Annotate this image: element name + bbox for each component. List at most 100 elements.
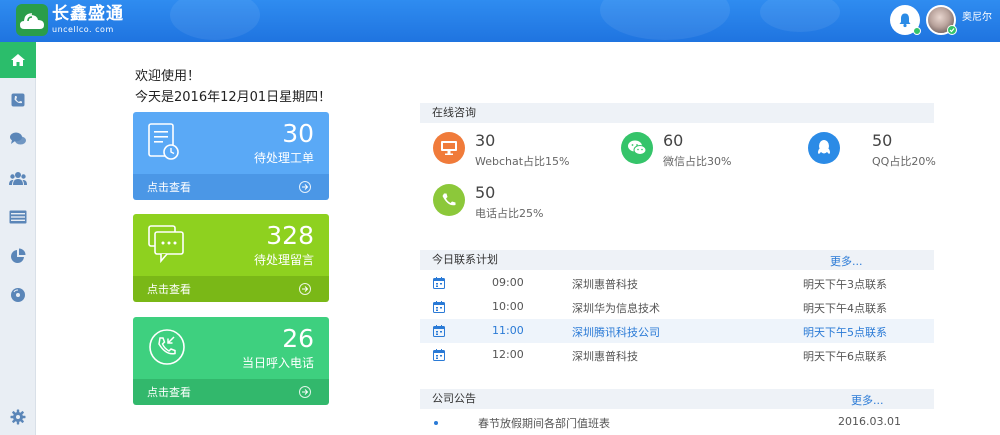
notices-more-link[interactable]: 更多... [851, 392, 884, 408]
calendar-icon [433, 301, 445, 313]
sidebar-item-reports[interactable] [0, 238, 36, 274]
pending-tickets-count: 30 [282, 119, 314, 148]
plan-company: 深圳惠普科技 [572, 278, 638, 291]
notification-status-dot [913, 27, 921, 35]
avatar[interactable] [926, 5, 957, 35]
notices-title: 公司公告 [432, 392, 476, 405]
home-icon [11, 54, 25, 66]
logo[interactable]: 长鑫盛通 uncellco. com [16, 4, 124, 36]
online-consult-header: 在线咨询 [420, 103, 934, 123]
pending-messages-count: 328 [266, 221, 314, 250]
pie-chart-icon [11, 248, 26, 263]
users-icon [9, 172, 27, 185]
table-row[interactable]: 12:00 深圳惠普科技 明天下午6点联系 [420, 343, 934, 367]
wechat-stat: 60 微信占比30% [621, 132, 731, 169]
chat-icon [10, 132, 26, 145]
welcome-date: 今天是2016年12月01日星期四！ [135, 90, 332, 105]
incoming-calls-view-link[interactable]: 点击查看 [133, 379, 329, 405]
arrow-right-icon [299, 181, 311, 193]
plan-time: 09:00 [492, 276, 524, 289]
pending-tickets-label: 待处理工单 [253, 151, 314, 165]
qq-icon [808, 132, 840, 164]
plan-time: 12:00 [492, 348, 524, 361]
plan-company: 深圳华为信息技术 [572, 302, 660, 315]
sidebar-item-contacts[interactable] [0, 160, 36, 196]
top-bar: 长鑫盛通 uncellco. com 奥尼尔 [0, 0, 1000, 42]
calendar-icon [433, 277, 445, 289]
sidebar-item-home[interactable] [0, 42, 36, 78]
phone-icon [11, 93, 25, 107]
header-decoration [600, 0, 730, 40]
welcome-greeting: 欢迎使用！ [135, 69, 201, 84]
sidebar-item-phone[interactable] [0, 82, 36, 118]
pending-messages-label: 待处理留言 [253, 253, 314, 267]
incoming-calls-count: 26 [282, 324, 314, 353]
sidebar [0, 42, 36, 435]
phone-stat: 50 电话占比25% [433, 184, 543, 221]
phone-count: 50 [475, 183, 496, 202]
webchat-stat: 30 Webchat占比15% [433, 132, 570, 169]
header-decoration [170, 0, 260, 40]
calendar-icon [433, 349, 445, 361]
calendar-icon [433, 325, 445, 337]
wechat-count: 60 [663, 131, 684, 150]
monitor-icon [433, 132, 465, 164]
notice-title: 春节放假期间各部门值班表 [478, 417, 610, 430]
qq-share: QQ占比20% [872, 155, 936, 168]
plan-company: 深圳腾讯科技公司 [572, 326, 660, 339]
incoming-call-icon [149, 329, 185, 365]
plan-time: 11:00 [492, 324, 524, 337]
list-icon [9, 210, 27, 224]
pending-tickets-card[interactable]: 30 待处理工单 点击查看 [133, 112, 329, 200]
sidebar-item-media[interactable] [0, 277, 36, 313]
table-row[interactable]: 10:00 深圳华为信息技术 明天下午4点联系 [420, 295, 934, 319]
gear-icon [10, 409, 26, 425]
plan-note: 明天下午6点联系 [803, 350, 887, 363]
notification-button[interactable] [890, 5, 921, 35]
phone-icon [433, 184, 465, 216]
username[interactable]: 奥尼尔 [962, 8, 992, 23]
plan-time: 10:00 [492, 300, 524, 313]
pending-messages-view-link[interactable]: 点击查看 [133, 276, 329, 302]
qq-stat: 50 QQ占比20% [808, 132, 936, 169]
logo-name: 长鑫盛通 [52, 4, 124, 24]
ticket-icon [148, 123, 179, 160]
contact-plan-title: 今日联系计划 [432, 253, 498, 266]
plan-note: 明天下午3点联系 [803, 278, 887, 291]
wechat-share: 微信占比30% [663, 155, 732, 168]
phone-share: 电话占比25% [475, 207, 544, 220]
view-link-label: 点击查看 [147, 386, 191, 399]
list-item[interactable]: 春节放假期间各部门值班表 2016.03.01 [420, 414, 934, 432]
contact-plan-more-link[interactable]: 更多... [830, 253, 863, 269]
qq-count: 50 [872, 131, 893, 150]
notice-date: 2016.03.01 [838, 415, 901, 428]
arrow-right-icon [299, 386, 311, 398]
arrow-right-icon [299, 283, 311, 295]
plan-note: 明天下午5点联系 [803, 326, 887, 339]
welcome-message: 欢迎使用！ 今天是2016年12月01日星期四！ [135, 66, 331, 108]
plan-note: 明天下午4点联系 [803, 302, 887, 315]
webchat-count: 30 [475, 131, 496, 150]
incoming-calls-label: 当日呼入电话 [241, 356, 314, 370]
bullet-icon [434, 421, 438, 425]
sidebar-item-chat[interactable] [0, 121, 36, 157]
sidebar-item-settings[interactable] [0, 399, 36, 435]
logo-domain: uncellco. com [52, 25, 114, 34]
message-icon [148, 225, 184, 264]
pending-messages-card[interactable]: 328 待处理留言 点击查看 [133, 214, 329, 302]
webchat-share: Webchat占比15% [475, 155, 570, 168]
disc-icon [11, 288, 25, 302]
table-row[interactable]: 09:00 深圳惠普科技 明天下午3点联系 [420, 271, 934, 295]
pending-tickets-view-link[interactable]: 点击查看 [133, 174, 329, 200]
online-status-icon [947, 25, 957, 35]
view-link-label: 点击查看 [147, 283, 191, 296]
header-decoration [760, 0, 840, 32]
view-link-label: 点击查看 [147, 181, 191, 194]
bell-icon [899, 13, 911, 28]
plan-company: 深圳惠普科技 [572, 350, 638, 363]
logo-icon [16, 4, 48, 36]
incoming-calls-card[interactable]: 26 当日呼入电话 点击查看 [133, 317, 329, 405]
table-row[interactable]: 11:00 深圳腾讯科技公司 明天下午5点联系 [420, 319, 934, 343]
wechat-icon [621, 132, 653, 164]
sidebar-item-records[interactable] [0, 199, 36, 235]
